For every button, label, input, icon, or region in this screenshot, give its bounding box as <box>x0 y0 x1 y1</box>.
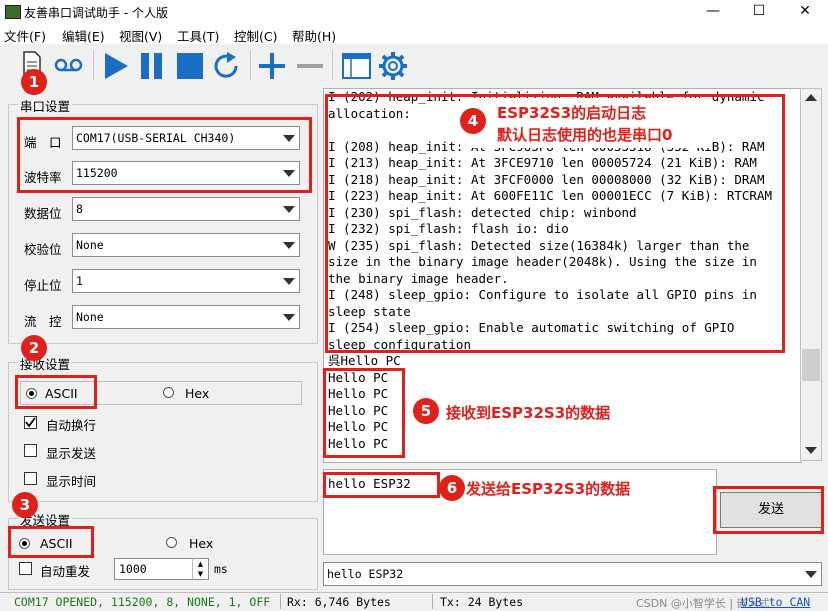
annotation-box-3 <box>8 526 94 558</box>
annotation-box-1 <box>17 117 312 193</box>
show-send-checkbox[interactable] <box>24 444 37 457</box>
interval-unit: ms <box>214 562 228 576</box>
show-time-checkbox[interactable] <box>24 472 37 485</box>
menu-bar: 文件(F) 编辑(E) 视图(V) 工具(T) 控制(C) 帮助(H) <box>0 24 828 44</box>
chevron-down-icon <box>805 571 817 578</box>
annotation-box-2 <box>15 375 97 409</box>
stopbits-select[interactable]: 1 <box>72 269 300 293</box>
play-icon[interactable] <box>103 52 129 80</box>
parity-select[interactable]: None <box>72 233 300 257</box>
annotation-text-4a: ESP32S3的启动日志 <box>497 104 647 122</box>
auto-newline-label: 自动换行 <box>46 418 97 433</box>
auto-newline-checkbox[interactable] <box>24 416 37 429</box>
scroll-down-icon[interactable] <box>805 447 817 454</box>
flow-label: 流 控 <box>24 314 62 329</box>
stopbits-label: 停止位 <box>24 278 62 293</box>
scroll-up-icon[interactable] <box>805 94 817 101</box>
auto-resend-checkbox[interactable] <box>19 562 32 575</box>
pause-icon[interactable] <box>140 52 164 80</box>
scroll-thumb[interactable] <box>802 349 820 381</box>
annotation-number-1: 1 <box>21 69 47 95</box>
show-time-label: 显示时间 <box>46 474 97 489</box>
annotation-number-5: 5 <box>413 398 439 424</box>
annotation-box-send <box>713 486 824 534</box>
chevron-down-icon <box>283 278 295 285</box>
annotation-text-5: 接收到ESP32S3的数据 <box>446 404 611 422</box>
send-history-value: hello ESP32 <box>327 567 404 581</box>
send-hex-radio[interactable] <box>166 537 177 548</box>
window-title: 友善串口调试助手 - 个人版 <box>24 6 168 20</box>
refresh-icon[interactable] <box>212 52 242 80</box>
add-icon[interactable] <box>258 52 286 80</box>
annotation-number-2: 2 <box>21 335 47 361</box>
stop-icon[interactable] <box>176 52 204 80</box>
serial-settings-title: 串口设置 <box>18 96 73 115</box>
receive-hex-radio[interactable] <box>163 387 174 398</box>
menu-help[interactable]: 帮助(H) <box>292 26 336 45</box>
annotation-box-6 <box>323 472 440 498</box>
status-port: COM17 OPENED, 115200, 8, NONE, 1, OFF <box>14 595 271 609</box>
window-icon[interactable] <box>342 52 372 80</box>
title-bar: 友善串口调试助手 - 个人版 — ☐ ✕ <box>0 0 828 24</box>
remove-icon[interactable] <box>296 52 324 80</box>
chevron-down-icon <box>283 242 295 249</box>
maximize-button[interactable]: ☐ <box>736 0 782 24</box>
usb-to-can-link[interactable]: USB to CAN <box>741 595 810 609</box>
parity-label: 校验位 <box>24 242 62 257</box>
receive-scrollbar[interactable] <box>800 88 822 461</box>
gear-icon[interactable] <box>378 51 408 81</box>
annotation-box-5 <box>323 368 405 458</box>
interval-value: 1000 <box>119 562 147 576</box>
annotation-number-6: 6 <box>439 475 465 501</box>
close-button[interactable]: ✕ <box>782 0 828 24</box>
databits-select[interactable]: 8 <box>72 197 300 221</box>
menu-view[interactable]: 视图(V) <box>119 26 162 45</box>
app-icon <box>5 5 21 19</box>
menu-control[interactable]: 控制(C) <box>234 26 277 45</box>
status-tx: Tx: 24 Bytes <box>440 595 524 609</box>
send-hex-label: Hex <box>189 536 214 551</box>
parity-value: None <box>76 238 104 252</box>
annotation-number-4: 4 <box>460 108 486 134</box>
menu-file[interactable]: 文件(F) <box>4 26 46 45</box>
flow-select[interactable]: None <box>72 305 300 329</box>
minimize-button[interactable]: — <box>690 0 736 24</box>
interval-stepper[interactable]: 1000 ▲ ▼ <box>114 558 209 580</box>
status-rx: Rx: 6,746 Bytes <box>287 595 391 609</box>
show-send-label: 显示发送 <box>46 446 97 461</box>
checkmark-icon <box>25 417 36 428</box>
databits-label: 数据位 <box>24 206 62 221</box>
flow-value: None <box>76 310 104 324</box>
annotation-text-6: 发送给ESP32S3的数据 <box>466 480 631 498</box>
stopbits-value: 1 <box>76 274 83 288</box>
auto-resend-label: 自动重发 <box>40 564 91 579</box>
chevron-down-icon <box>283 314 295 321</box>
annotation-number-3: 3 <box>12 492 38 518</box>
menu-edit[interactable]: 编辑(E) <box>62 26 105 45</box>
chevron-down-icon <box>283 206 295 213</box>
receive-hex-label: Hex <box>185 386 210 401</box>
databits-value: 8 <box>76 202 83 216</box>
send-history-select[interactable]: hello ESP32 <box>323 562 822 586</box>
menu-tools[interactable]: 工具(T) <box>177 26 219 45</box>
annotation-text-4b: 默认日志使用的也是串口0 <box>497 126 673 144</box>
stepper-arrows-icon[interactable]: ▲ ▼ <box>192 559 208 579</box>
loop-icon[interactable] <box>54 58 84 72</box>
